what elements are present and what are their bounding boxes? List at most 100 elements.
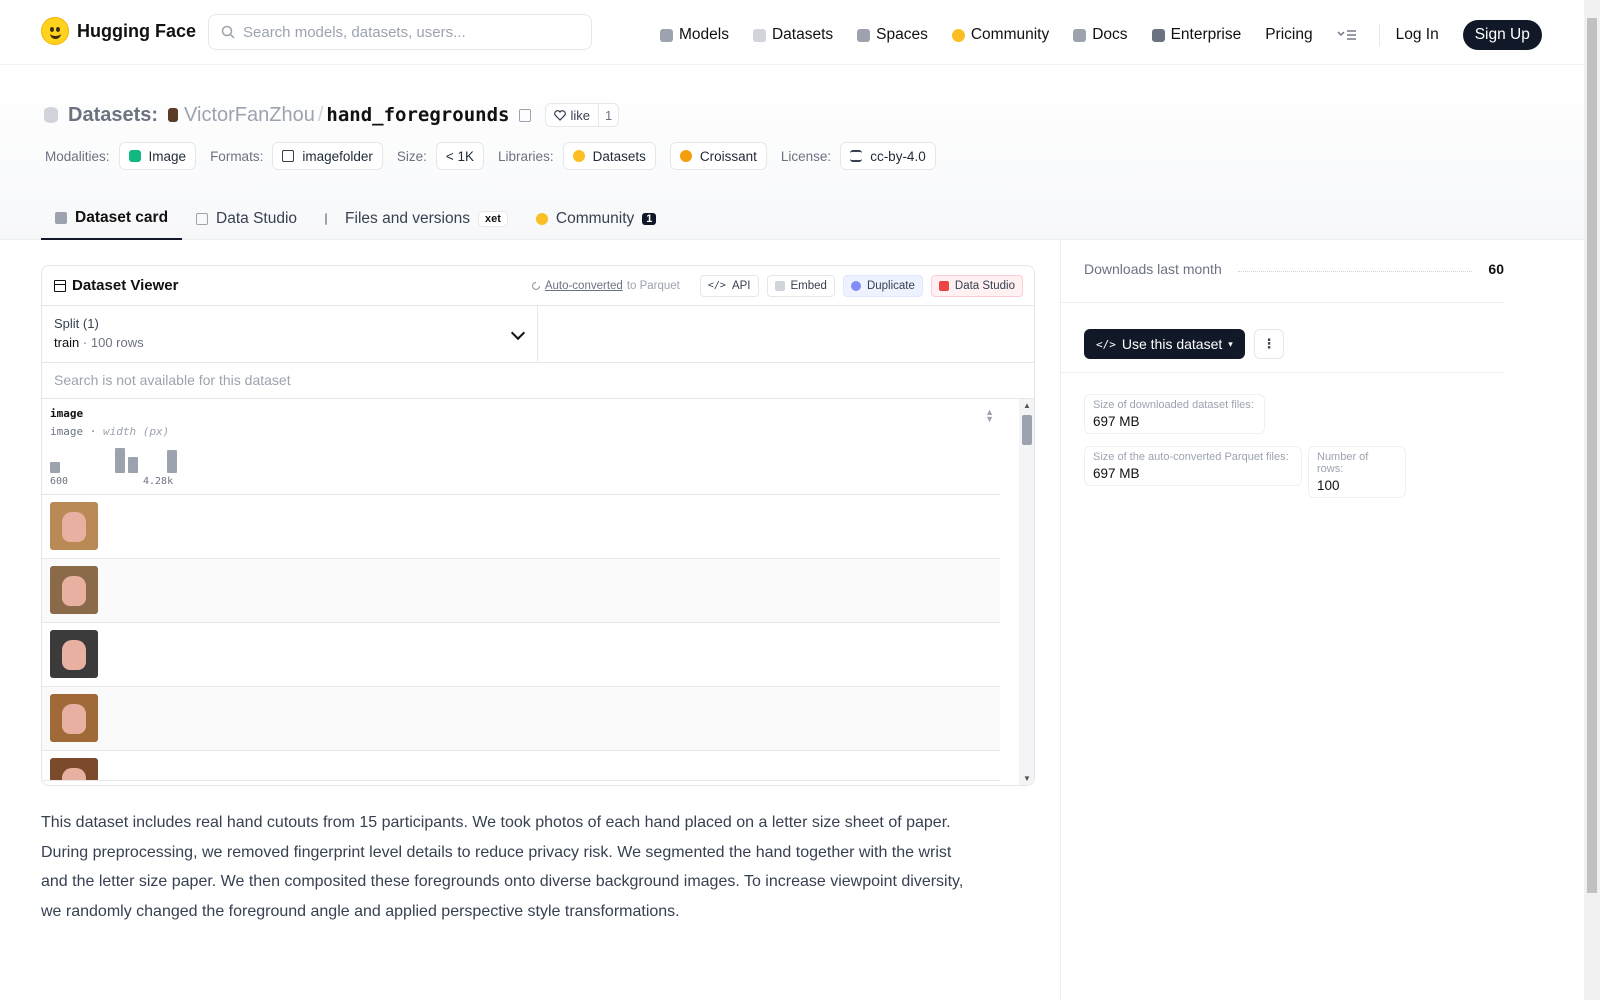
histogram-bar[interactable] — [128, 457, 138, 473]
files-icon — [325, 213, 337, 225]
table-row[interactable] — [42, 559, 1000, 623]
repo-type-label[interactable]: Datasets: — [68, 104, 158, 127]
dotted-leader — [1237, 270, 1473, 272]
search-icon — [221, 25, 235, 39]
tab-data-studio-label: Data Studio — [216, 210, 298, 227]
hand-image-thumbnail[interactable] — [50, 758, 98, 780]
nav-spaces-label: Spaces — [876, 26, 928, 43]
libraries-label: Libraries: — [498, 148, 554, 164]
stat-value: 697 MB — [1093, 466, 1140, 481]
downloads-count: 60 — [1488, 261, 1504, 277]
login-link[interactable]: Log In — [1396, 26, 1439, 44]
like-count[interactable]: 1 — [599, 108, 618, 123]
croissant-icon — [679, 150, 692, 162]
library-chip-datasets[interactable]: Datasets — [562, 142, 656, 170]
viewer-search-unavailable: Search is not available for this dataset — [42, 363, 1034, 399]
nav-models[interactable]: Models — [660, 26, 729, 44]
formats-label: Formats: — [210, 148, 264, 164]
tab-dataset-card[interactable]: Dataset card — [41, 198, 183, 240]
community-icon — [951, 28, 965, 42]
page-scrollbar[interactable] — [1584, 0, 1600, 1000]
tab-files-and-versions[interactable]: Files and versions xet — [311, 198, 522, 240]
viewer-header: Dataset Viewer Auto-converted to Parquet… — [42, 266, 1034, 306]
api-button[interactable]: </> API — [699, 274, 759, 297]
scroll-up-icon[interactable]: ▲ — [1023, 401, 1031, 410]
scroll-down-icon[interactable]: ▼ — [1023, 774, 1031, 783]
search-input[interactable] — [243, 23, 573, 41]
auto-converted-note: Auto-converted to Parquet — [531, 280, 680, 292]
auto-converted-link[interactable]: Auto-converted — [545, 280, 623, 292]
viewer-title-text: Dataset Viewer — [72, 277, 179, 294]
tab-data-studio[interactable]: Data Studio — [182, 198, 311, 240]
column-name: image — [50, 407, 84, 420]
duplicate-label: Duplicate — [866, 279, 915, 292]
brand-link[interactable]: Hugging Face — [41, 17, 196, 45]
to-parquet-text: to Parquet — [626, 279, 680, 292]
size-value: < 1K — [445, 148, 475, 164]
search-box[interactable] — [208, 14, 592, 50]
dataset-description: This dataset includes real hand cutouts … — [41, 814, 964, 920]
page-scrollbar-thumb[interactable] — [1587, 18, 1597, 893]
image-icon — [128, 150, 141, 162]
api-label: API — [731, 279, 751, 292]
embed-button[interactable]: Embed — [766, 274, 835, 297]
nav-community-label: Community — [970, 26, 1050, 43]
column-header-image[interactable]: image image · width (px) 600 4.28k ▲ ▼ — [42, 399, 1000, 495]
table-row[interactable] — [42, 623, 1000, 687]
sidebar: Downloads last month 60 </> Use this dat… — [1060, 241, 1584, 1000]
downloads-row: Downloads last month 60 — [1084, 261, 1504, 277]
like-widget: like 1 — [545, 103, 620, 127]
nav-pricing-label: Pricing — [1265, 26, 1313, 43]
nav-community[interactable]: Community — [951, 26, 1050, 44]
downloads-label: Downloads last month — [1084, 261, 1222, 277]
nav-docs[interactable]: Docs — [1073, 26, 1128, 44]
tab-community[interactable]: Community 1 — [522, 198, 671, 240]
histogram-bar[interactable] — [115, 448, 125, 473]
nav-enterprise[interactable]: Enterprise — [1151, 26, 1241, 44]
copy-icon[interactable] — [519, 108, 532, 122]
table-row[interactable] — [42, 687, 1000, 751]
nav-pricing[interactable]: Pricing — [1265, 26, 1312, 44]
duplicate-button[interactable]: Duplicate — [842, 274, 923, 297]
hugging-face-logo-icon — [41, 17, 69, 45]
owner-link[interactable]: VictorFanZhou — [184, 104, 315, 127]
column-type-name: image — [50, 425, 84, 438]
size-chip[interactable]: < 1K — [435, 142, 485, 170]
like-button[interactable]: like — [546, 104, 599, 126]
histogram-bar[interactable] — [50, 462, 60, 473]
library-chip-croissant[interactable]: Croissant — [669, 142, 767, 170]
hand-image-thumbnail[interactable] — [50, 566, 98, 614]
nav-more-menu[interactable] — [1337, 29, 1357, 41]
tab-community-label: Community — [555, 210, 635, 227]
grid-scrollbar[interactable]: ▲ ▼ — [1019, 399, 1034, 785]
nav-spaces[interactable]: Spaces — [857, 26, 928, 44]
embed-label: Embed — [790, 279, 827, 292]
size-label: Size: — [396, 148, 427, 164]
split-label: Split (1) — [54, 316, 99, 331]
hand-image-thumbnail[interactable] — [50, 630, 98, 678]
hand-image-thumbnail[interactable] — [50, 502, 98, 550]
signup-button[interactable]: Sign Up — [1462, 20, 1542, 50]
hand-image-thumbnail[interactable] — [50, 694, 98, 742]
scrollbar-thumb[interactable] — [1022, 415, 1032, 445]
license-chip[interactable]: cc-by-4.0 — [840, 142, 936, 170]
split-rows: 100 rows — [90, 335, 144, 350]
sort-icon[interactable]: ▲ ▼ — [985, 408, 994, 424]
modality-chip[interactable]: Image — [118, 142, 197, 170]
use-this-dataset-button[interactable]: </> Use this dataset ▾ — [1084, 329, 1245, 359]
repo-name[interactable]: hand_foregrounds — [326, 104, 509, 126]
stat-parquet-size: Size of the auto-converted Parquet files… — [1084, 446, 1302, 486]
nav-datasets[interactable]: Datasets — [752, 26, 833, 44]
data-studio-button[interactable]: Data Studio — [930, 274, 1023, 297]
stat-value: 697 MB — [1093, 414, 1140, 429]
table-row[interactable] — [42, 495, 1000, 559]
modalities-label: Modalities: — [45, 148, 110, 164]
format-chip[interactable]: imagefolder — [272, 142, 383, 170]
table-row[interactable] — [42, 751, 1000, 781]
cube-icon — [55, 212, 67, 224]
split-selector[interactable]: Split (1) train · 100 rows — [42, 306, 538, 362]
histogram-bar[interactable] — [167, 450, 177, 473]
tab-files-label: Files and versions — [345, 210, 470, 227]
more-options-button[interactable]: ⋮ — [1254, 329, 1284, 359]
stat-value: 100 — [1317, 478, 1340, 493]
